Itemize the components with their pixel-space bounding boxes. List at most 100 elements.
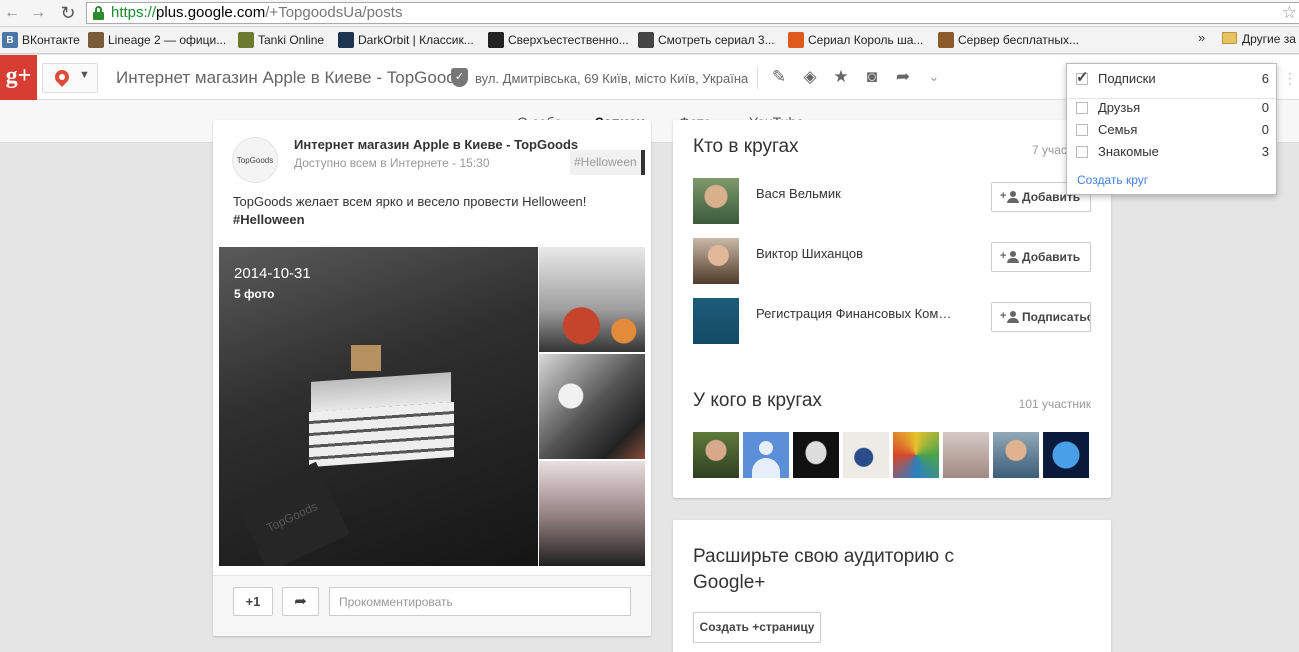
person-name[interactable]: Вася Вельмик — [756, 186, 841, 201]
add-person-icon: + — [1000, 191, 1020, 203]
follow-button[interactable]: +Подписаться — [991, 302, 1091, 332]
follower-avatar[interactable] — [693, 432, 739, 478]
tv-icon — [638, 32, 654, 48]
in-circles-title: Кто в кругах — [693, 136, 799, 157]
in-circles-card: Кто в кругах 7 участник Вася Вельмик + До… — [673, 120, 1111, 498]
post-author[interactable]: Интернет магазин Apple в Киеве - TopGood… — [294, 137, 578, 152]
more-chevron-icon[interactable]: ⌄ — [924, 67, 944, 87]
tank-icon — [238, 32, 254, 48]
bookmark-item[interactable]: Lineage 2 — офици... — [88, 32, 226, 49]
follower-avatar[interactable] — [993, 432, 1039, 478]
bookmark-item[interactable]: Tanki Online — [238, 32, 324, 49]
location-menu-button[interactable]: ▼ — [42, 63, 98, 93]
bookmark-item[interactable]: Сервер бесплатных... — [938, 32, 1079, 49]
bookmarks-bar: B ВКонтакте Lineage 2 — офици... Tanki On… — [0, 27, 1299, 54]
circle-option-family[interactable]: Семья 0 — [1067, 119, 1276, 141]
person-name[interactable]: Виктор Шиханцов — [756, 246, 863, 261]
person-row: Вася Вельмик + Добавить — [693, 178, 1091, 226]
browser-address-bar: ← → ↻ https://plus.google.com/+TopgoodsU… — [0, 0, 1299, 27]
page-title: Интернет магазин Apple в Киеве - TopGood… — [116, 68, 465, 87]
star-icon[interactable]: ★ — [831, 67, 851, 87]
topgoods-logo-board: TopGoods — [234, 461, 350, 566]
follower-avatar[interactable] — [743, 432, 789, 478]
map-pin-icon — [52, 67, 72, 87]
album-photo-count: 5 фото — [234, 287, 275, 301]
verified-badge-icon: ✓ — [451, 68, 468, 87]
post-actions-bar: +1 ➦ Прокомментировать — [213, 575, 651, 636]
camera-icon[interactable]: ◙ — [862, 67, 882, 87]
back-arrow-icon[interactable]: ← — [2, 3, 22, 23]
post-avatar[interactable]: TopGoods — [232, 137, 278, 183]
pencil-icon[interactable]: ✎ — [769, 67, 789, 87]
bookmark-item[interactable]: DarkOrbit | Классик... — [338, 32, 474, 49]
lineage-icon — [88, 32, 104, 48]
avatar[interactable] — [693, 178, 739, 224]
create-page-button[interactable]: Создать +страницу — [693, 612, 821, 643]
followers-title: У кого в кругах — [693, 390, 822, 411]
post-meta: Доступно всем в Интернете - 15:30 — [294, 156, 490, 170]
gplus-logo[interactable]: g+ — [0, 55, 37, 100]
followers-count: 101 участник — [1018, 397, 1091, 411]
create-circle-link[interactable]: Создать круг — [1077, 173, 1148, 187]
circles-dropdown: ✓ Подписки 6 Друзья 0 Семья 0 Знакомые 3… — [1066, 63, 1277, 195]
post-hashtag-link[interactable]: #Helloween — [233, 211, 586, 229]
checkbox[interactable] — [1076, 124, 1088, 136]
expand-audience-card: Расширьте свою аудиторию с Google+ Созда… — [673, 520, 1111, 652]
share-button[interactable]: ➦ — [282, 587, 319, 616]
follower-avatar[interactable] — [943, 432, 989, 478]
add-person-icon: + — [1000, 251, 1020, 263]
avatar[interactable] — [693, 298, 739, 344]
url-path: /+TopgoodsUa/posts — [265, 4, 403, 21]
circle-option-acquaintances[interactable]: Знакомые 3 — [1067, 141, 1276, 163]
url-host: plus.google.com — [156, 4, 266, 21]
page-address: вул. Дмитрівська, 69 Київ, місто Київ, У… — [475, 71, 749, 86]
follower-avatar[interactable] — [843, 432, 889, 478]
bookmark-star-icon[interactable]: ☆ — [1282, 3, 1297, 23]
plus-one-button[interactable]: +1 — [233, 587, 273, 616]
darkorbit-icon — [338, 32, 354, 48]
bookmark-item[interactable]: B ВКонтакте — [2, 32, 80, 49]
check-icon: ✓ — [1076, 69, 1089, 86]
add-to-circles-button[interactable]: + Добавить — [991, 242, 1091, 272]
comment-input[interactable]: Прокомментировать — [329, 587, 631, 616]
add-person-icon: + — [1000, 311, 1020, 323]
expand-audience-title: Расширьте свою аудиторию с Google+ — [693, 546, 954, 593]
series-icon — [788, 32, 804, 48]
post-hashtag-badge[interactable]: #Helloween — [570, 150, 645, 175]
album-thumbnail[interactable] — [539, 461, 645, 566]
follower-avatar[interactable] — [1043, 432, 1089, 478]
album-date: 2014-10-31 — [234, 265, 311, 282]
avatar[interactable] — [693, 238, 739, 284]
chevron-down-icon: ▼ — [79, 69, 90, 81]
bookmark-item[interactable]: Смотреть сериал 3... — [638, 32, 775, 49]
album-thumbnail[interactable] — [539, 247, 645, 352]
follower-avatar[interactable] — [893, 432, 939, 478]
person-row: Регистрация Финансовых Компаний + Подписа… — [693, 298, 1091, 346]
post-card: TopGoods Интернет магазин Apple в Киеве … — [213, 120, 651, 636]
checkbox[interactable] — [1076, 146, 1088, 158]
lock-icon — [93, 6, 104, 20]
share-icon[interactable]: ➦ — [893, 67, 913, 87]
directions-icon[interactable]: ◈ — [800, 67, 820, 87]
album-thumbnail[interactable] — [539, 354, 645, 459]
circle-option-friends[interactable]: Друзья 0 — [1067, 97, 1276, 119]
bookmark-item[interactable]: Сериал Король ша... — [788, 32, 923, 49]
divider — [757, 67, 758, 89]
bookmark-item[interactable]: Сверхъестественно... — [488, 32, 629, 49]
person-name[interactable]: Регистрация Финансовых Компаний — [756, 306, 956, 321]
vk-icon: B — [2, 32, 18, 48]
follower-avatar[interactable] — [793, 432, 839, 478]
post-text: TopGoods желает всем ярко и весело прове… — [233, 194, 587, 229]
circle-option-following[interactable]: ✓ Подписки 6 — [1067, 68, 1276, 90]
bookmarks-more-icon[interactable]: » — [1198, 30, 1205, 45]
album-main-photo[interactable]: TopGoods 2014-10-31 5 фото — [219, 247, 538, 566]
reload-icon[interactable]: ↻ — [58, 3, 78, 23]
forward-arrow-icon[interactable]: → — [28, 3, 48, 23]
checkbox[interactable] — [1076, 102, 1088, 114]
url-input[interactable]: https://plus.google.com/+TopgoodsUa/post… — [86, 2, 1299, 24]
other-bookmarks[interactable]: Другие за — [1222, 32, 1296, 46]
film-icon — [488, 32, 504, 48]
url-scheme: https:// — [111, 4, 157, 21]
overflow-icon[interactable]: ⋮ — [1283, 70, 1299, 90]
server-icon — [938, 32, 954, 48]
